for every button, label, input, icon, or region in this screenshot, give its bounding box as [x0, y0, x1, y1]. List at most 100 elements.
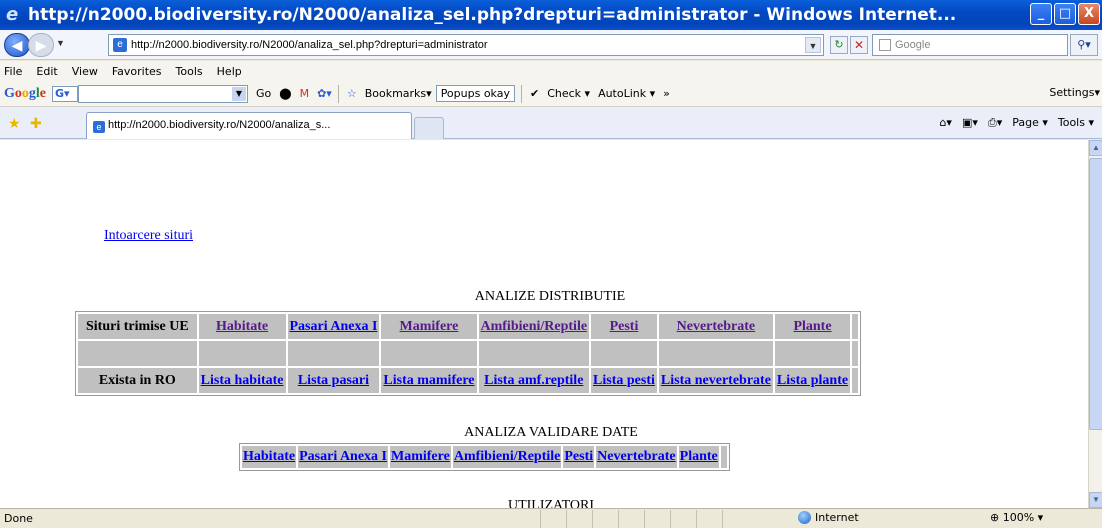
- zoom-dropdown-icon[interactable]: ▾: [1038, 511, 1044, 524]
- google-search-input[interactable]: ▼: [78, 84, 248, 103]
- news-icon[interactable]: ✿▾: [317, 87, 332, 100]
- home-icon[interactable]: ⌂▾: [939, 116, 952, 130]
- eu-pasari-link[interactable]: Pasari Anexa I: [290, 319, 378, 334]
- ie-logo-icon: e: [6, 4, 19, 25]
- print-icon[interactable]: ⎙▾: [988, 116, 1002, 130]
- validation-heading: ANALIZA VALIDARE DATE: [464, 425, 638, 440]
- search-provider-icon: [879, 39, 891, 51]
- ro-plante-link[interactable]: Lista plante: [777, 373, 848, 388]
- minimize-button[interactable]: _: [1030, 3, 1052, 25]
- status-segment: [722, 509, 748, 528]
- table-row: Exista in RO Lista habitate Lista pasari…: [78, 368, 859, 393]
- new-tab-button[interactable]: [414, 117, 444, 139]
- scroll-down-icon[interactable]: ▼: [1089, 492, 1102, 508]
- eu-nevertebrate-link[interactable]: Nevertebrate: [677, 319, 756, 334]
- eu-plante-link[interactable]: Plante: [793, 319, 831, 334]
- google-menu-button[interactable]: G▾: [52, 85, 78, 102]
- ro-pasari-link[interactable]: Lista pasari: [298, 373, 369, 388]
- back-button[interactable]: ◀: [4, 33, 30, 57]
- distribution-heading: ANALIZE DISTRIBUTIE: [474, 289, 626, 304]
- status-segment: [696, 509, 722, 528]
- scrollbar-thumb[interactable]: [1089, 158, 1102, 430]
- page-icon: e: [93, 121, 105, 133]
- table-cell-empty: [852, 368, 859, 393]
- search-input[interactable]: Google: [872, 34, 1068, 56]
- feeds-icon[interactable]: ▣▾: [962, 116, 978, 130]
- close-button[interactable]: X: [1078, 3, 1100, 25]
- page-icon: e: [113, 38, 127, 52]
- gmail-icon[interactable]: M: [300, 87, 310, 100]
- bookmark-star-icon: ☆: [346, 87, 357, 100]
- table-cell-empty: [591, 341, 657, 366]
- menu-file[interactable]: File: [4, 65, 22, 78]
- vertical-scrollbar[interactable]: ▲ ▼: [1088, 140, 1102, 508]
- stop-button[interactable]: ✕: [850, 36, 868, 54]
- valid-plante-link[interactable]: Plante: [680, 449, 718, 464]
- toolbar-more-button[interactable]: »: [663, 87, 670, 100]
- maximize-button[interactable]: □: [1054, 3, 1076, 25]
- valid-pesti-link[interactable]: Pesti: [564, 449, 593, 464]
- check-button[interactable]: Check ▾: [547, 87, 590, 100]
- add-favorites-icon[interactable]: ✚: [30, 115, 42, 132]
- valid-nevertebrate-link[interactable]: Nevertebrate: [597, 449, 676, 464]
- table-cell-empty: [78, 341, 197, 366]
- menu-tools[interactable]: Tools: [176, 65, 203, 78]
- table-cell-empty: [774, 341, 851, 366]
- tab-label: http://n2000.biodiversity.ro/N2000/anali…: [108, 119, 331, 131]
- table-cell-empty: [381, 341, 477, 366]
- navigation-bar: ◀ ▶ ▼ e http://n2000.biodiversity.ro/N20…: [0, 30, 1102, 60]
- ro-amfibieni-link[interactable]: Lista amf.reptile: [484, 373, 583, 388]
- zoom-level: 100%: [1002, 511, 1035, 524]
- validation-table: Habitate Pasari Anexa I Mamifere Amfibie…: [239, 443, 730, 471]
- google-search-dropdown-icon[interactable]: ▼: [232, 86, 246, 101]
- menu-help[interactable]: Help: [217, 65, 242, 78]
- table-cell-empty: [852, 314, 859, 339]
- address-dropdown-icon[interactable]: ▼: [805, 37, 821, 53]
- address-bar[interactable]: e http://n2000.biodiversity.ro/N2000/ana…: [108, 34, 824, 56]
- ro-nevertebrate-link[interactable]: Lista nevertebrate: [661, 373, 771, 388]
- go-button[interactable]: Go: [256, 87, 271, 100]
- popups-button[interactable]: Popups okay: [435, 85, 515, 102]
- valid-mamifere-link[interactable]: Mamifere: [391, 449, 450, 464]
- address-url[interactable]: http://n2000.biodiversity.ro/N2000/anali…: [131, 39, 488, 51]
- valid-pasari-link[interactable]: Pasari Anexa I: [299, 449, 387, 464]
- google-logo: Google: [4, 85, 46, 101]
- status-text: Done: [4, 512, 33, 525]
- status-segment: [592, 509, 618, 528]
- menu-view[interactable]: View: [72, 65, 98, 78]
- table-cell-empty: [720, 446, 727, 468]
- valid-habitate-link[interactable]: Habitate: [243, 449, 295, 464]
- users-heading: UTILIZATORI: [507, 498, 595, 508]
- tools-menu-button[interactable]: Tools ▾: [1058, 116, 1094, 130]
- forward-button[interactable]: ▶: [28, 33, 54, 57]
- eu-pesti-link[interactable]: Pesti: [610, 319, 639, 334]
- eu-habitate-link[interactable]: Habitate: [216, 319, 268, 334]
- search-options-icon[interactable]: ⬤: [279, 87, 291, 100]
- row-label-exists-ro: Exista in RO: [78, 368, 197, 393]
- ro-mamifere-link[interactable]: Lista mamifere: [383, 373, 474, 388]
- favorites-star-icon[interactable]: ★: [8, 115, 21, 132]
- distribution-table: Situri trimise UE Habitate Pasari Anexa …: [75, 311, 862, 396]
- security-zone[interactable]: Internet: [798, 511, 859, 524]
- search-button[interactable]: ⚲▾: [1070, 34, 1098, 56]
- ro-pesti-link[interactable]: Lista pesti: [593, 373, 655, 388]
- menu-edit[interactable]: Edit: [36, 65, 57, 78]
- settings-button[interactable]: Settings▾: [1049, 86, 1100, 99]
- eu-mamifere-link[interactable]: Mamifere: [400, 319, 459, 334]
- valid-amfibieni-link[interactable]: Amfibieni/Reptile: [454, 449, 561, 464]
- back-to-sites-link[interactable]: Intoarcere situri: [104, 228, 193, 244]
- menu-favorites[interactable]: Favorites: [112, 65, 162, 78]
- scroll-up-icon[interactable]: ▲: [1089, 140, 1102, 156]
- status-segment: [618, 509, 644, 528]
- tab-current[interactable]: e http://n2000.biodiversity.ro/N2000/anal…: [86, 112, 412, 139]
- status-segment: [540, 509, 566, 528]
- zoom-control[interactable]: ⊕ 100% ▾: [990, 511, 1043, 524]
- bookmarks-button[interactable]: Bookmarks▾: [365, 87, 432, 100]
- eu-amfibieni-link[interactable]: Amfibieni/Reptile: [481, 319, 588, 334]
- ro-habitate-link[interactable]: Lista habitate: [201, 373, 284, 388]
- refresh-button[interactable]: ↻: [830, 36, 848, 54]
- autolink-button[interactable]: AutoLink ▾: [598, 87, 655, 100]
- page-menu-button[interactable]: Page ▾: [1012, 116, 1048, 130]
- recent-pages-dropdown-icon[interactable]: ▼: [56, 38, 65, 48]
- table-row: [78, 341, 859, 366]
